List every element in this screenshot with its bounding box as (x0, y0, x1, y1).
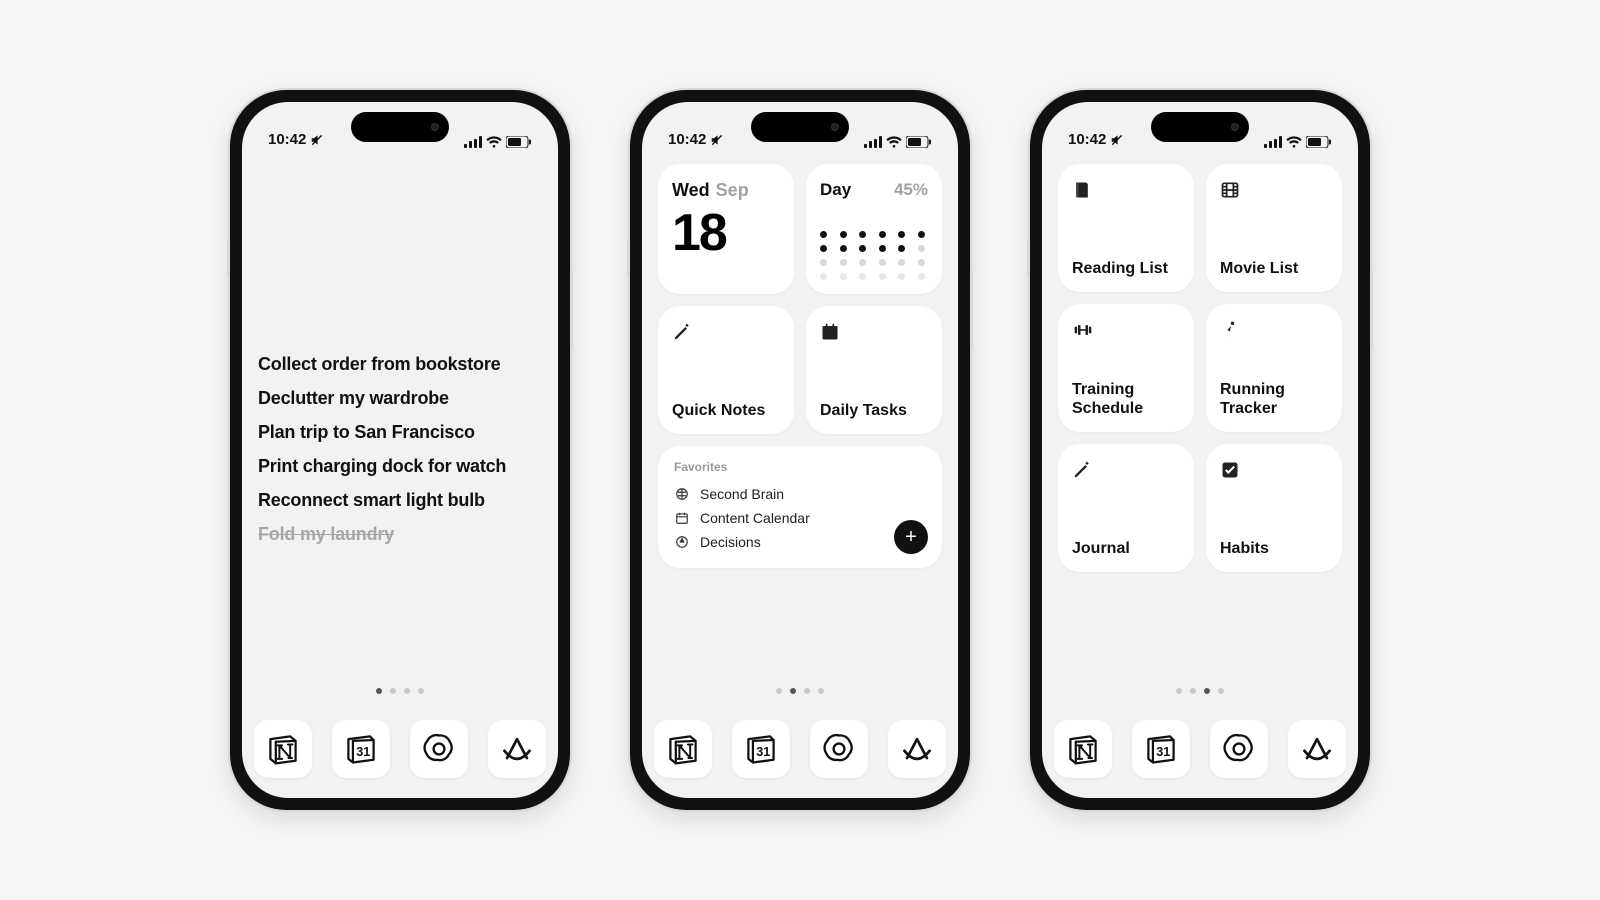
favorite-item[interactable]: Decisions (674, 530, 926, 554)
calendar-icon (820, 322, 928, 348)
habits-widget[interactable]: Habits (1206, 444, 1342, 572)
day-dot-grid (820, 231, 928, 280)
battery-icon (1306, 136, 1332, 148)
day-progress-widget[interactable]: Day 45% (806, 164, 942, 294)
dynamic-island (1151, 112, 1249, 142)
calendar-month: Sep (716, 180, 749, 201)
runner-icon (1220, 320, 1328, 346)
calendar-day: 18 (672, 207, 780, 259)
app-openai[interactable] (410, 720, 468, 778)
quick-notes-widget[interactable]: Quick Notes (658, 306, 794, 434)
favorites-widget[interactable]: Favorites Second Brain Content Calendar … (658, 446, 942, 568)
add-button[interactable]: + (894, 520, 928, 554)
dynamic-island (351, 112, 449, 142)
app-notion[interactable] (254, 720, 312, 778)
app-openai[interactable] (810, 720, 868, 778)
day-percent: 45% (894, 180, 928, 200)
wifi-icon (886, 136, 902, 148)
app-notion[interactable] (654, 720, 712, 778)
phone-mockup-2: 10:42 Wed Sep 18 Day (630, 90, 970, 810)
favorite-label: Content Calendar (700, 510, 810, 526)
widget-label: Reading List (1072, 260, 1180, 278)
signal-icon (1264, 136, 1282, 148)
schedule-icon (674, 511, 690, 525)
app-arc[interactable] (1288, 720, 1346, 778)
task-item[interactable]: Reconnect smart light bulb (258, 490, 542, 511)
app-arc[interactable] (888, 720, 946, 778)
battery-icon (906, 136, 932, 148)
nav-icon (674, 535, 690, 549)
app-arc[interactable] (488, 720, 546, 778)
battery-icon (506, 136, 532, 148)
favorite-item[interactable]: Content Calendar (674, 506, 926, 530)
favorite-item[interactable]: Second Brain (674, 482, 926, 506)
dumbbell-icon (1072, 320, 1180, 346)
film-icon (1220, 180, 1328, 206)
status-time: 10:42 (268, 131, 306, 148)
favorite-label: Second Brain (700, 486, 784, 502)
app-notion[interactable] (1054, 720, 1112, 778)
calendar-dow: Wed (672, 180, 710, 201)
home-screen-1: 10:42 Collect order from bookstore Declu… (242, 102, 558, 798)
svg-text:31: 31 (1156, 745, 1170, 759)
app-calendar[interactable]: 31 (732, 720, 790, 778)
task-list-widget[interactable]: Collect order from bookstore Declutter m… (258, 354, 542, 545)
journal-widget[interactable]: Journal (1058, 444, 1194, 572)
home-screen-3: 10:42 Reading List Movie List (1042, 102, 1358, 798)
mute-icon (1110, 133, 1124, 147)
book-icon (1072, 180, 1180, 206)
pencil-icon (1072, 460, 1180, 486)
app-calendar[interactable]: 31 (1132, 720, 1190, 778)
page-indicator[interactable] (642, 688, 958, 694)
app-calendar[interactable]: 31 (332, 720, 390, 778)
svg-text:31: 31 (356, 745, 370, 759)
mute-icon (310, 133, 324, 147)
calendar-widget[interactable]: Wed Sep 18 (658, 164, 794, 294)
task-item[interactable]: Plan trip to San Francisco (258, 422, 542, 443)
status-time: 10:42 (668, 131, 706, 148)
widget-label: Daily Tasks (820, 402, 928, 420)
widget-label: Movie List (1220, 260, 1328, 278)
dock: 31 (1042, 720, 1358, 778)
widget-label: Habits (1220, 540, 1328, 558)
home-screen-2: 10:42 Wed Sep 18 Day (642, 102, 958, 798)
movie-list-widget[interactable]: Movie List (1206, 164, 1342, 292)
widget-label: Journal (1072, 540, 1180, 558)
task-item[interactable]: Print charging dock for watch (258, 456, 542, 477)
widget-label: Quick Notes (672, 402, 780, 420)
wifi-icon (1286, 136, 1302, 148)
training-widget[interactable]: Training Schedule (1058, 304, 1194, 432)
dock: 31 (642, 720, 958, 778)
phone-mockup-3: 10:42 Reading List Movie List (1030, 90, 1370, 810)
dynamic-island (751, 112, 849, 142)
signal-icon (864, 136, 882, 148)
daily-tasks-widget[interactable]: Daily Tasks (806, 306, 942, 434)
widget-label: Running Tracker (1220, 381, 1328, 418)
brain-icon (674, 487, 690, 501)
task-item[interactable]: Declutter my wardrobe (258, 388, 542, 409)
app-openai[interactable] (1210, 720, 1268, 778)
status-time: 10:42 (1068, 131, 1106, 148)
phone-mockup-1: 10:42 Collect order from bookstore Declu… (230, 90, 570, 810)
day-label: Day (820, 180, 851, 200)
reading-list-widget[interactable]: Reading List (1058, 164, 1194, 292)
signal-icon (464, 136, 482, 148)
pencil-icon (672, 322, 780, 348)
svg-text:31: 31 (756, 745, 770, 759)
check-icon (1220, 460, 1328, 486)
wifi-icon (486, 136, 502, 148)
favorites-title: Favorites (674, 460, 926, 474)
task-item[interactable]: Collect order from bookstore (258, 354, 542, 375)
mute-icon (710, 133, 724, 147)
running-widget[interactable]: Running Tracker (1206, 304, 1342, 432)
dock: 31 (242, 720, 558, 778)
widget-label: Training Schedule (1072, 381, 1180, 418)
page-indicator[interactable] (242, 688, 558, 694)
page-indicator[interactable] (1042, 688, 1358, 694)
task-item-done[interactable]: Fold my laundry (258, 524, 542, 545)
favorite-label: Decisions (700, 534, 761, 550)
